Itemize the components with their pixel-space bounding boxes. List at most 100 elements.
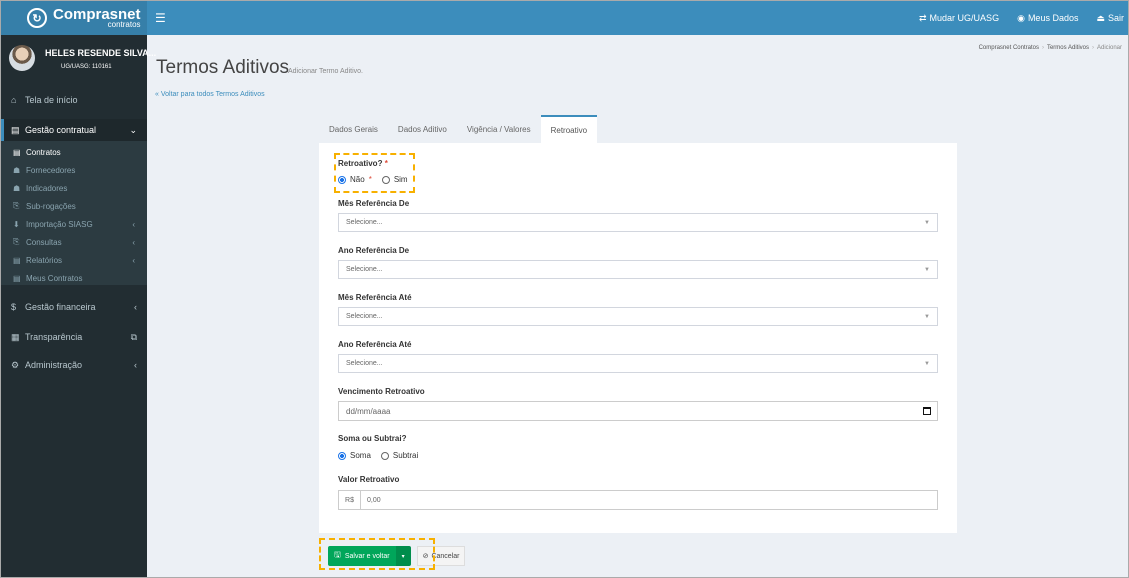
chevron-down-icon: ⌄ [129,124,137,135]
breadcrumb-separator: › [1041,45,1044,51]
back-link[interactable]: « Voltar para todos Termos Aditivos [155,91,265,98]
chevron-left-icon: ‹ [132,219,135,229]
sidebar-item-gestao-contratual[interactable]: ▤ Gestão contratual ⌄ [1,119,147,141]
main-content: Comprasnet Contratos › Termos Aditivos › Adi… [147,35,1128,577]
sidebar-item-label: Gestão financeira [25,302,96,312]
soma-subtrai-radio-group: Soma Subtrai [338,451,418,460]
avatar [9,45,35,71]
highlight-retroativo [334,153,415,193]
users-icon: ☗ [13,165,21,175]
select-placeholder: Selecione... [346,266,383,273]
date-placeholder: dd/mm/aaaa [346,406,391,416]
top-navbar: ↻ Comprasnet contratos ☰ ⇄ Mudar UG/UASG … [1,1,1128,35]
download-icon: ⬇ [13,219,20,229]
select-placeholder: Selecione... [346,219,383,226]
submenu-item-label: Contratos [26,147,61,157]
chevron-left-icon: ‹ [132,237,135,247]
submenu-item-label: Importação SIASG [26,219,93,229]
submenu-item-sub-rogacoes[interactable]: ⎘ Sub-rogações [1,197,147,215]
dollar-icon: $ [11,302,17,312]
menu-toggle-icon[interactable]: ☰ [155,11,166,25]
user-panel: HELES RESENDE SILVA... UG/UASG: 110161 [1,35,156,85]
tab-dados-aditivo[interactable]: Dados Aditivo [388,115,457,143]
logo[interactable]: ↻ Comprasnet contratos [1,1,147,35]
my-data-label: Meus Dados [1027,12,1079,23]
caret-down-icon: ▼ [924,313,930,320]
submenu-item-label: Indicadores [26,183,68,193]
sidebar-item-label: Gestão contratual [25,125,97,135]
highlight-save-button [319,538,435,570]
caret-down-icon: ▼ [924,266,930,273]
caret-down-icon: ▼ [924,219,930,226]
valor-retroativo-input[interactable]: R$ 0,00 [338,490,938,510]
submenu-item-importacao-siasg[interactable]: ⬇ Importação SIASG ‹ [1,215,147,233]
soma-subtrai-label: Soma ou Subtrai? [338,434,407,443]
submenu-item-label: Meus Contratos [26,273,83,283]
users-icon: ☗ [13,183,21,193]
form-tabs: Dados Gerais Dados Aditivo Vigência / Va… [319,115,598,143]
sign-out-icon: ⏏ [1096,12,1105,23]
copy-icon: ⎘ [13,237,20,246]
submenu-item-fornecedores[interactable]: ☗ Fornecedores [1,161,147,179]
submenu-item-indicadores[interactable]: ☗ Indicadores [1,179,147,197]
valor-retroativo-value: 0,00 [367,496,381,504]
sidebar: HELES RESENDE SILVA... UG/UASG: 110161 ⌂… [1,35,156,577]
sidebar-item-label: Administração [25,360,83,370]
sidebar-item-label: Tela de início [25,95,78,105]
submenu-item-meus-contratos[interactable]: ▤ Meus Contratos [1,269,147,287]
mes-referencia-ate-label: Mês Referência Até [338,293,412,302]
radio-subtrai-label[interactable]: Subtrai [393,451,418,460]
user-uasg: UG/UASG: 110161 [61,64,112,70]
top-nav-links: ⇄ Mudar UG/UASG ◉ Meus Dados ⏏ Sair [919,1,1124,35]
change-ug-link[interactable]: ⇄ Mudar UG/UASG [919,13,999,24]
mes-referencia-ate-select[interactable]: Selecione... ▼ [338,307,938,326]
change-ug-label: Mudar UG/UASG [929,12,1000,23]
currency-prefix: R$ [339,491,361,509]
radio-subtrai[interactable] [380,451,389,460]
breadcrumb-termos[interactable]: Termos Aditivos [1047,45,1089,51]
sidebar-item-transparencia[interactable]: ▦ Transparência ⧉ [1,326,147,348]
radio-soma-label[interactable]: Soma [350,451,371,460]
page-title: Termos Aditivos [156,57,290,78]
select-placeholder: Selecione... [346,313,383,320]
my-data-link[interactable]: ◉ Meus Dados [1017,13,1078,24]
submenu-item-label: Sub-rogações [26,201,76,211]
logout-label: Sair [1107,12,1124,23]
user-circle-icon: ◉ [1017,12,1025,23]
mes-referencia-de-label: Mês Referência De [338,199,410,208]
tab-retroativo[interactable]: Retroativo [540,115,598,143]
submenu-item-label: Fornecedores [26,165,76,175]
logout-link[interactable]: ⏏ Sair [1096,13,1124,24]
sidebar-item-home[interactable]: ⌂ Tela de início [1,89,147,111]
calendar-icon[interactable] [923,407,931,415]
breadcrumb: Comprasnet Contratos › Termos Aditivos › Adi… [979,45,1122,51]
ano-referencia-de-select[interactable]: Selecione... ▼ [338,260,938,279]
home-icon: ⌂ [11,95,17,105]
tab-dados-gerais[interactable]: Dados Gerais [319,115,388,143]
breadcrumb-current: Adicionar [1096,45,1122,51]
submenu-item-contratos[interactable]: ▤ Contratos [1,143,147,161]
tab-vigencia-valores[interactable]: Vigência / Valores [457,115,541,143]
breadcrumb-separator: › [1091,45,1094,51]
submenu-gestao-contratual: ▤ Contratos ☗ Fornecedores ☗ Indicadores ⎘ S… [1,141,147,285]
logo-text: Comprasnet contratos [53,7,141,29]
mes-referencia-de-select[interactable]: Selecione... ▼ [338,213,938,232]
page-subtitle: Adicionar Termo Aditivo. [288,68,363,75]
sidebar-item-gestao-financeira[interactable]: $ Gestão financeira ‹ [1,296,147,318]
breadcrumb-home[interactable]: Comprasnet Contratos [979,45,1039,51]
file-icon: ▤ [13,147,21,157]
submenu-item-relatorios[interactable]: ▤ Relatórios ‹ [1,251,147,269]
file-icon: ▤ [13,255,21,265]
ano-referencia-de-label: Ano Referência De [338,246,410,255]
sidebar-item-administracao[interactable]: ⚙ Administração ‹ [1,354,147,376]
cancel-button-label: Cancelar [431,552,460,560]
file-icon: ▤ [13,273,21,283]
radio-soma[interactable] [338,451,346,460]
external-link-icon: ⧉ [130,331,137,342]
submenu-item-consultas[interactable]: ⎘ Consultas ‹ [1,233,147,251]
submenu-item-label: Relatórios [26,255,63,265]
vencimento-retroativo-input[interactable]: dd/mm/aaaa [338,401,938,421]
ano-referencia-ate-select[interactable]: Selecione... ▼ [338,354,938,373]
ano-referencia-ate-label: Ano Referência Até [338,340,412,349]
file-icon: ▤ [11,124,20,135]
